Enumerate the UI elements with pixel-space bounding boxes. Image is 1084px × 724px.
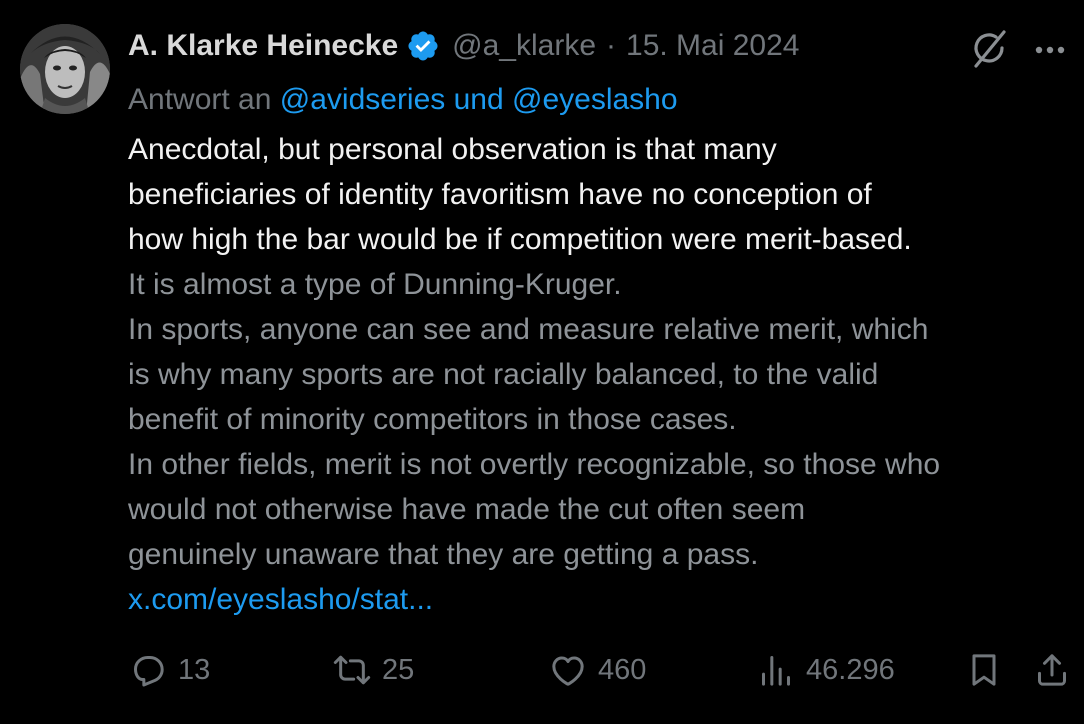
views-icon xyxy=(762,656,790,686)
tweet-text-line: would not otherwise have made the cut of… xyxy=(128,493,806,526)
avatar-portrait-icon xyxy=(20,24,110,114)
repost-count: 25 xyxy=(382,653,415,686)
tweet-text-line: Anecdotal, but personal observation is t… xyxy=(128,133,777,166)
tweet-date[interactable]: 15. Mai 2024 xyxy=(626,26,799,66)
reply-count: 13 xyxy=(178,653,211,686)
separator-dot: · xyxy=(606,29,617,62)
avatar[interactable] xyxy=(20,24,110,114)
share-icon xyxy=(1038,654,1066,686)
like-button[interactable]: 460 xyxy=(548,648,646,692)
like-count: 460 xyxy=(598,653,647,686)
tweet-text-line: In other fields, merit is not overtly re… xyxy=(128,448,941,481)
tweet-body: Anecdotal, but personal observation is t… xyxy=(128,127,1068,622)
reply-context: Antwort an @avidseries und @eyeslasho xyxy=(128,80,678,120)
repost-icon xyxy=(333,655,371,685)
reply-button[interactable]: 13 xyxy=(128,648,210,692)
share-button[interactable] xyxy=(1032,648,1072,692)
tweet-text-line: beneficiaries of identity favoritism hav… xyxy=(128,178,872,211)
grok-icon[interactable] xyxy=(968,28,1010,70)
action-bar: 13 25 460 46.296 xyxy=(128,648,1072,692)
more-icon[interactable] xyxy=(1030,30,1070,70)
bookmark-icon xyxy=(972,654,996,686)
bookmark-button[interactable] xyxy=(964,648,1004,692)
quoted-link[interactable]: x.com/eyeslasho/stat... xyxy=(128,577,1068,622)
tweet-text-line: It is almost a type of Dunning-Kruger. xyxy=(128,268,622,301)
view-count: 46.296 xyxy=(806,653,895,686)
tweet: A. Klarke Heinecke @a_klarke · 15. Mai 2… xyxy=(0,0,1084,724)
like-icon xyxy=(552,656,584,686)
reply-mentions[interactable]: @avidseries und @eyeslasho xyxy=(280,83,678,116)
tweet-text-line: how high the bar would be if competition… xyxy=(128,223,912,256)
author-handle[interactable]: @a_klarke xyxy=(452,26,596,66)
tweet-text-line: is why many sports are not racially bala… xyxy=(128,358,879,391)
tweet-text-line: genuinely unaware that they are getting … xyxy=(128,538,759,571)
tweet-header: A. Klarke Heinecke @a_klarke · 15. Mai 2… xyxy=(128,26,799,66)
repost-button[interactable]: 25 xyxy=(332,648,414,692)
reply-prefix: Antwort an xyxy=(128,83,272,116)
author-name[interactable]: A. Klarke Heinecke xyxy=(128,26,398,66)
verified-badge-icon xyxy=(406,29,440,63)
tweet-text-line: In sports, anyone can see and measure re… xyxy=(128,313,929,346)
views-button[interactable]: 46.296 xyxy=(756,648,895,692)
reply-icon xyxy=(134,656,164,687)
tweet-text-line: benefit of minority competitors in those… xyxy=(128,403,737,436)
